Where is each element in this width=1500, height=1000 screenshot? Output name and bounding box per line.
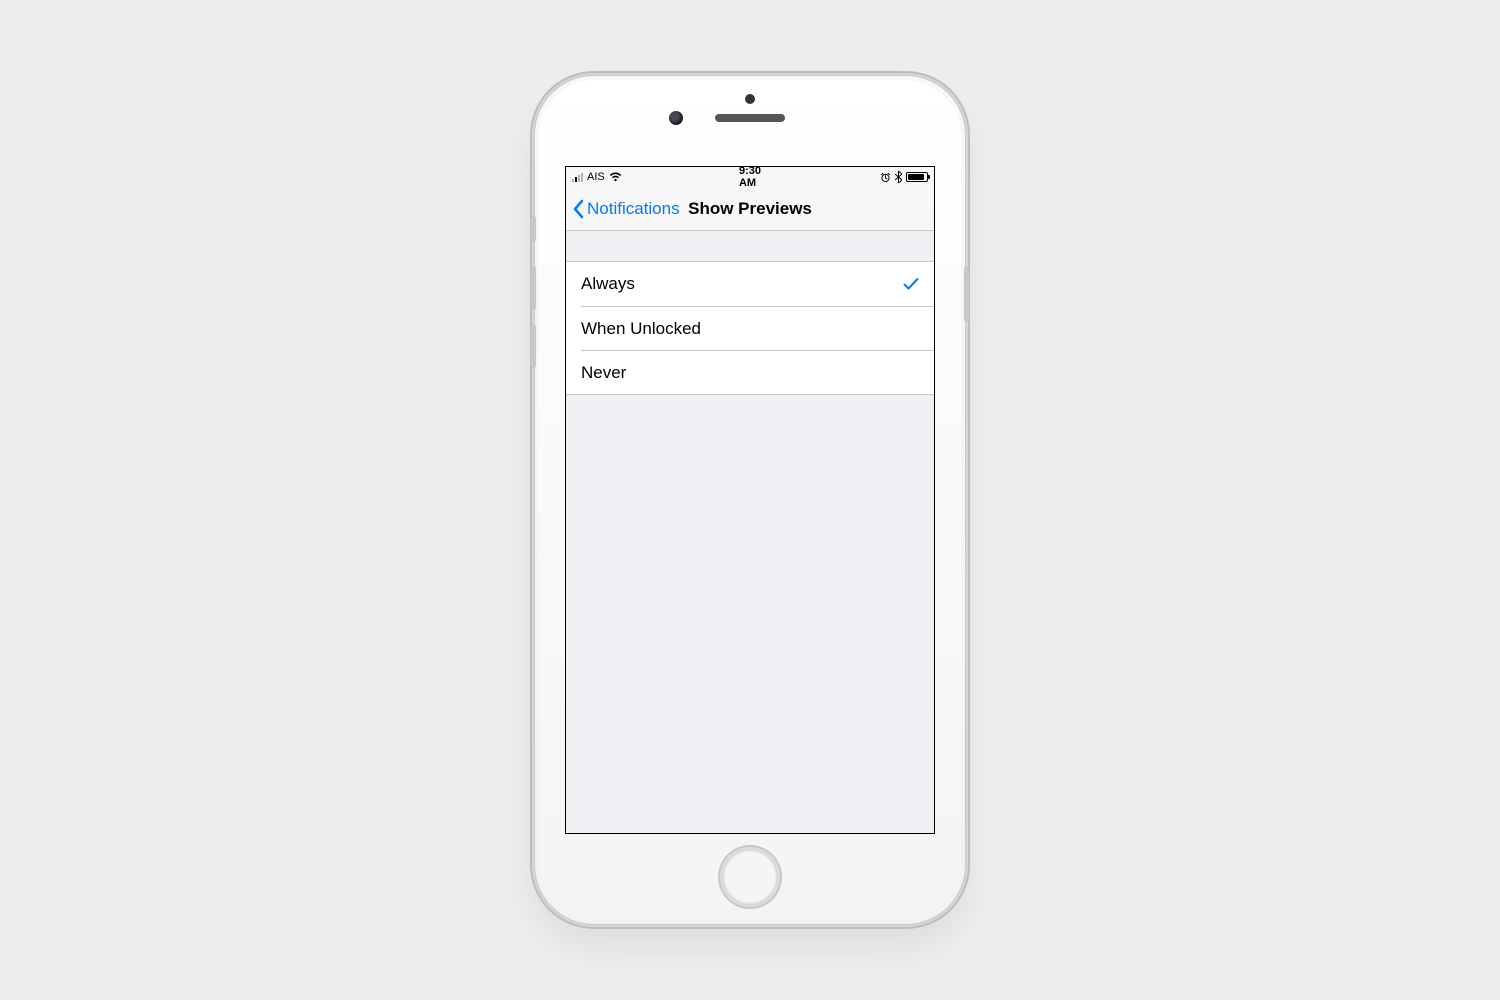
- home-button[interactable]: [718, 845, 782, 909]
- carrier-label: AIS: [587, 171, 605, 183]
- alarm-icon: [880, 172, 891, 183]
- power-button: [964, 266, 969, 322]
- earpiece-speaker: [715, 114, 785, 122]
- option-never[interactable]: Never: [581, 350, 934, 394]
- navigation-bar: Notifications Show Previews: [566, 187, 934, 231]
- options-group: Always When Unlocked: [566, 261, 934, 395]
- status-bar: AIS 9:30 AM: [566, 167, 934, 187]
- option-label: Never: [581, 363, 904, 383]
- option-label: Always: [581, 274, 903, 294]
- option-always[interactable]: Always: [566, 262, 934, 306]
- volume-down-button: [531, 324, 536, 368]
- option-label: When Unlocked: [581, 319, 904, 339]
- volume-up-button: [531, 266, 536, 310]
- bluetooth-icon: [895, 171, 902, 183]
- clock-label: 9:30 AM: [739, 166, 761, 189]
- checkmark-icon: [903, 277, 919, 291]
- chevron-left-icon: [572, 199, 584, 219]
- mute-switch: [531, 216, 536, 242]
- stage: AIS 9:30 AM: [0, 0, 1500, 1000]
- screen: AIS 9:30 AM: [565, 166, 935, 834]
- wifi-icon: [609, 172, 622, 182]
- front-camera: [669, 111, 683, 125]
- battery-icon: [906, 172, 928, 182]
- cell-signal-icon: [572, 172, 583, 182]
- iphone-device-frame: AIS 9:30 AM: [534, 75, 966, 925]
- proximity-sensor: [745, 94, 755, 104]
- back-button[interactable]: Notifications: [566, 187, 680, 230]
- option-when-unlocked[interactable]: When Unlocked: [581, 306, 934, 350]
- back-label: Notifications: [587, 199, 680, 219]
